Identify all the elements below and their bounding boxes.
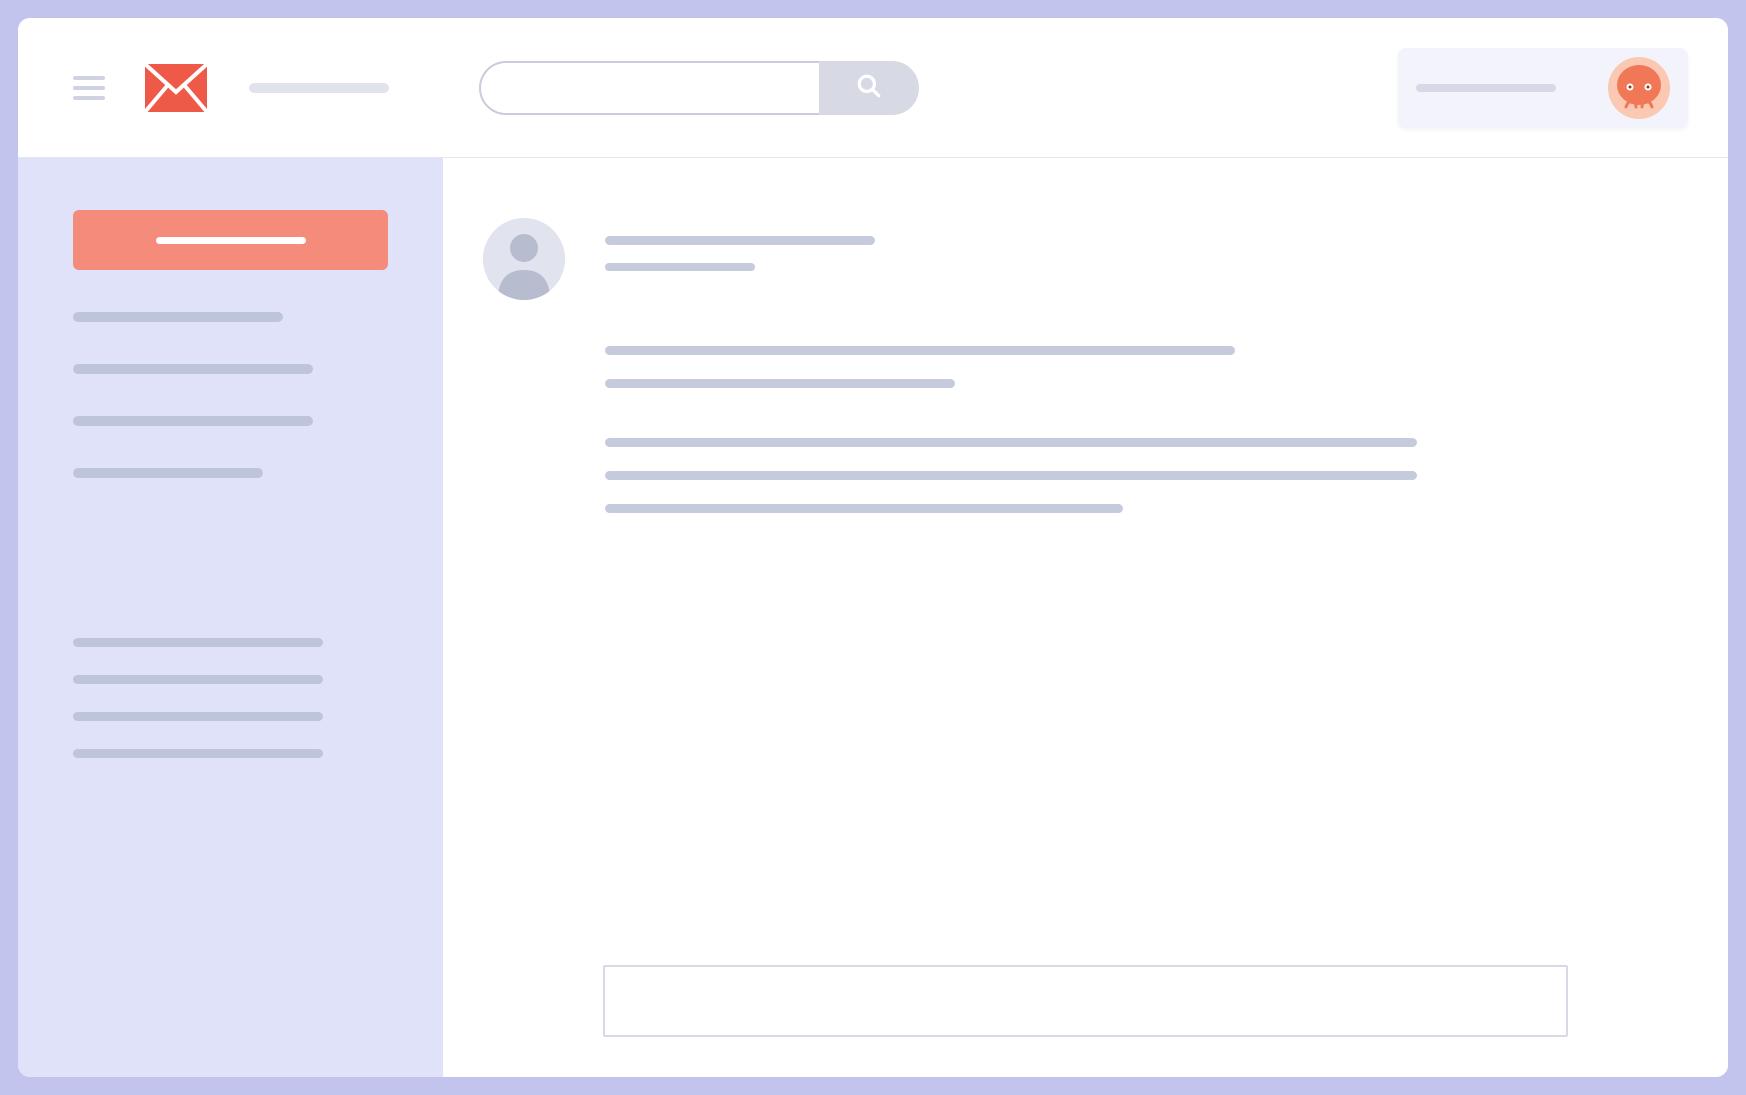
mail-icon xyxy=(143,99,209,118)
menu-toggle-button[interactable] xyxy=(73,76,105,100)
sidebar-item[interactable] xyxy=(73,638,323,647)
message-subject xyxy=(605,236,875,245)
nav-secondary xyxy=(73,638,388,758)
body-line xyxy=(605,438,1417,447)
sender-avatar[interactable] xyxy=(483,218,565,300)
body-line xyxy=(605,346,1235,355)
account-name xyxy=(1416,84,1556,92)
sidebar-item[interactable] xyxy=(73,312,283,322)
search-input[interactable] xyxy=(479,61,819,115)
body-line xyxy=(605,379,955,388)
body-line xyxy=(605,471,1417,480)
sidebar-item[interactable] xyxy=(73,416,313,426)
sidebar-item[interactable] xyxy=(73,712,323,721)
nav-primary xyxy=(73,312,388,478)
body-line xyxy=(605,504,1123,513)
body xyxy=(18,158,1728,1077)
search-button[interactable] xyxy=(819,61,919,115)
sidebar-item[interactable] xyxy=(73,749,323,758)
search-icon xyxy=(856,73,882,102)
message-pane xyxy=(443,158,1728,1077)
sidebar-item[interactable] xyxy=(73,468,263,478)
search xyxy=(479,61,919,115)
app-logo[interactable] xyxy=(143,62,209,114)
app-window xyxy=(18,18,1728,1077)
message xyxy=(483,218,1648,537)
avatar-icon xyxy=(1608,104,1670,119)
compose-button[interactable] xyxy=(73,210,388,270)
brand-label xyxy=(249,83,389,93)
sidebar-item[interactable] xyxy=(73,675,323,684)
sidebar-item[interactable] xyxy=(73,364,313,374)
hamburger-icon xyxy=(73,76,105,80)
account-button[interactable] xyxy=(1398,48,1688,128)
avatar xyxy=(1608,57,1670,119)
message-meta xyxy=(605,263,755,271)
reply-input[interactable] xyxy=(603,965,1568,1037)
sidebar xyxy=(18,158,443,1077)
message-paragraph xyxy=(605,438,1648,513)
message-content xyxy=(605,218,1648,537)
message-paragraph xyxy=(605,346,1648,388)
person-icon xyxy=(483,285,565,300)
compose-label xyxy=(156,237,306,244)
header xyxy=(18,18,1728,158)
